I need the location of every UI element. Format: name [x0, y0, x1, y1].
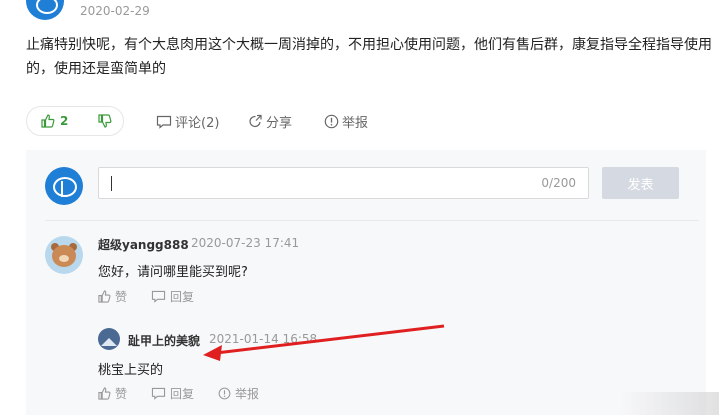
- watermark: [620, 392, 719, 415]
- annotation-arrow: [203, 324, 445, 361]
